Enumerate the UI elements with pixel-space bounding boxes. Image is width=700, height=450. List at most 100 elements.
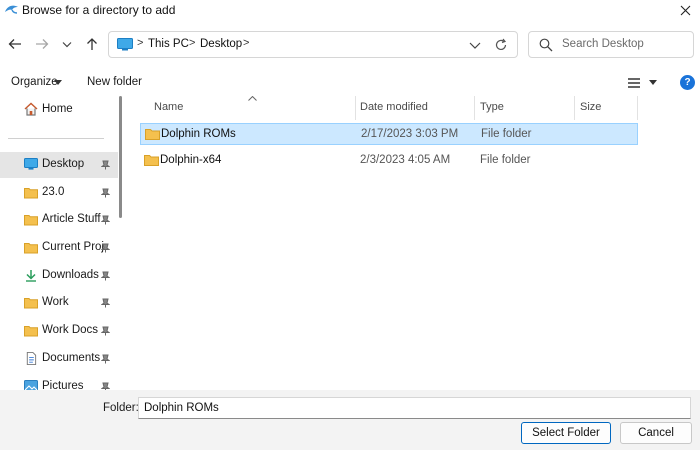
sidebar-item-home[interactable]: Home [0,96,118,124]
sidebar-item-label: Current Proje [42,241,104,253]
navigation-pane: Home Desktop 23.0 Article Stuff Current … [0,96,125,390]
sidebar-item-label: Downloads [42,269,99,281]
pin-icon[interactable] [101,243,110,253]
folder-icon [145,129,160,140]
sidebar-item-label: Desktop [42,158,85,170]
pin-icon[interactable] [101,326,110,336]
search-placeholder: Search Desktop [562,38,644,50]
column-divider[interactable] [637,96,638,120]
chevron-down-icon [62,41,72,47]
close-icon [680,5,690,15]
sidebar-item-23-0[interactable]: 23.0 [0,180,118,206]
sidebar-divider [8,138,104,139]
pictures-icon [24,380,38,390]
sidebar-item-article-stuff[interactable]: Article Stuff [0,207,118,233]
sidebar-item-label: Documents [42,352,101,364]
folder-icon [24,298,38,309]
folder-icon [24,188,38,199]
sidebar-item-work[interactable]: Work [0,290,118,316]
sidebar-item-label: Home [42,103,73,115]
address-bar[interactable]: > This PC > Desktop > [108,31,518,58]
pin-icon[interactable] [101,160,110,170]
sidebar-item-label: 23.0 [42,186,65,198]
pin-icon[interactable] [101,215,110,225]
search-icon [539,38,553,52]
refresh-icon[interactable] [493,37,509,53]
search-box[interactable]: Search Desktop [528,31,694,58]
caret-down-icon[interactable] [649,80,657,85]
dialog-footer: Folder: Select Folder Cancel [0,390,700,450]
pin-icon[interactable] [101,298,110,308]
file-type: File folder [480,154,531,166]
sidebar-item-label: Work [42,296,69,308]
file-date-modified: 2/17/2023 3:03 PM [361,128,459,140]
file-row[interactable]: Dolphin-x64 2/3/2023 4:05 AM File folder [140,150,638,172]
caret-down-icon [54,80,62,85]
organize-button[interactable]: Organize [11,76,58,88]
folder-icon [144,155,159,166]
folder-icon [24,326,38,337]
breadcrumb-separator: > [137,37,144,49]
file-type: File folder [481,128,532,140]
folder-icon [24,243,38,254]
command-bar: Organize New folder ? [0,70,700,96]
pin-icon[interactable] [101,354,110,364]
documents-icon [26,352,37,365]
arrow-up-icon [87,38,97,50]
file-date-modified: 2/3/2023 4:05 AM [360,154,451,166]
sidebar-item-label: Pictures [42,380,84,390]
breadcrumb-separator: > [243,37,250,49]
sidebar-item-current-projects[interactable]: Current Proje [0,235,118,261]
desktop-icon [24,158,38,170]
download-icon [26,270,36,282]
folder-name-input[interactable] [138,397,691,419]
scrollbar-thumb[interactable] [119,96,122,218]
dolphin-app-icon [5,5,18,14]
arrow-left-icon [8,39,21,49]
navigation-bar: > This PC > Desktop > Search Desktop [0,22,700,68]
home-icon [24,102,38,116]
sidebar-item-work-docs[interactable]: Work Docs [0,318,118,344]
column-header-type[interactable]: Type [480,101,504,113]
window-title: Browse for a directory to add [22,3,176,17]
breadcrumb-this-pc[interactable]: This PC [148,38,189,50]
sidebar-item-label: Article Stuff [42,213,101,225]
sort-ascending-icon [248,96,257,101]
recent-locations-button[interactable] [57,34,77,54]
column-divider[interactable] [574,96,575,120]
pin-icon[interactable] [101,188,110,198]
folder-field-label: Folder: [103,402,139,414]
sidebar-scrollbar[interactable] [118,96,123,390]
back-button[interactable] [5,34,25,54]
column-divider[interactable] [355,96,356,120]
sidebar-item-pictures[interactable]: Pictures [0,374,118,390]
breadcrumb-separator: > [189,37,196,49]
pin-icon[interactable] [101,271,110,281]
this-pc-icon [117,38,133,51]
forward-button[interactable] [32,34,52,54]
title-bar: Browse for a directory to add [0,0,700,22]
arrow-right-icon [36,39,49,49]
folder-icon [24,215,38,226]
file-row[interactable]: Dolphin ROMs 2/17/2023 3:03 PM File fold… [140,123,638,145]
column-divider[interactable] [474,96,475,120]
view-options-icon[interactable] [627,77,641,89]
help-icon[interactable]: ? [680,75,695,90]
sidebar-item-downloads[interactable]: Downloads [0,263,118,289]
file-name: Dolphin-x64 [160,154,222,166]
chevron-down-icon[interactable] [467,37,483,53]
column-header-name[interactable]: Name [154,101,183,113]
new-folder-button[interactable]: New folder [87,76,142,88]
up-button[interactable] [82,34,102,54]
column-header-size[interactable]: Size [580,101,601,113]
sidebar-item-documents[interactable]: Documents [0,346,118,372]
pin-icon[interactable] [101,382,110,390]
select-folder-button[interactable]: Select Folder [521,422,611,444]
sidebar-item-label: Work Docs [42,324,99,336]
breadcrumb-desktop[interactable]: Desktop [200,38,242,50]
close-button[interactable] [674,0,696,20]
cancel-button[interactable]: Cancel [620,422,692,444]
sidebar-item-desktop[interactable]: Desktop [0,152,118,178]
column-header-row: Name Date modified Type Size [140,96,700,120]
column-header-date-modified[interactable]: Date modified [360,101,428,113]
